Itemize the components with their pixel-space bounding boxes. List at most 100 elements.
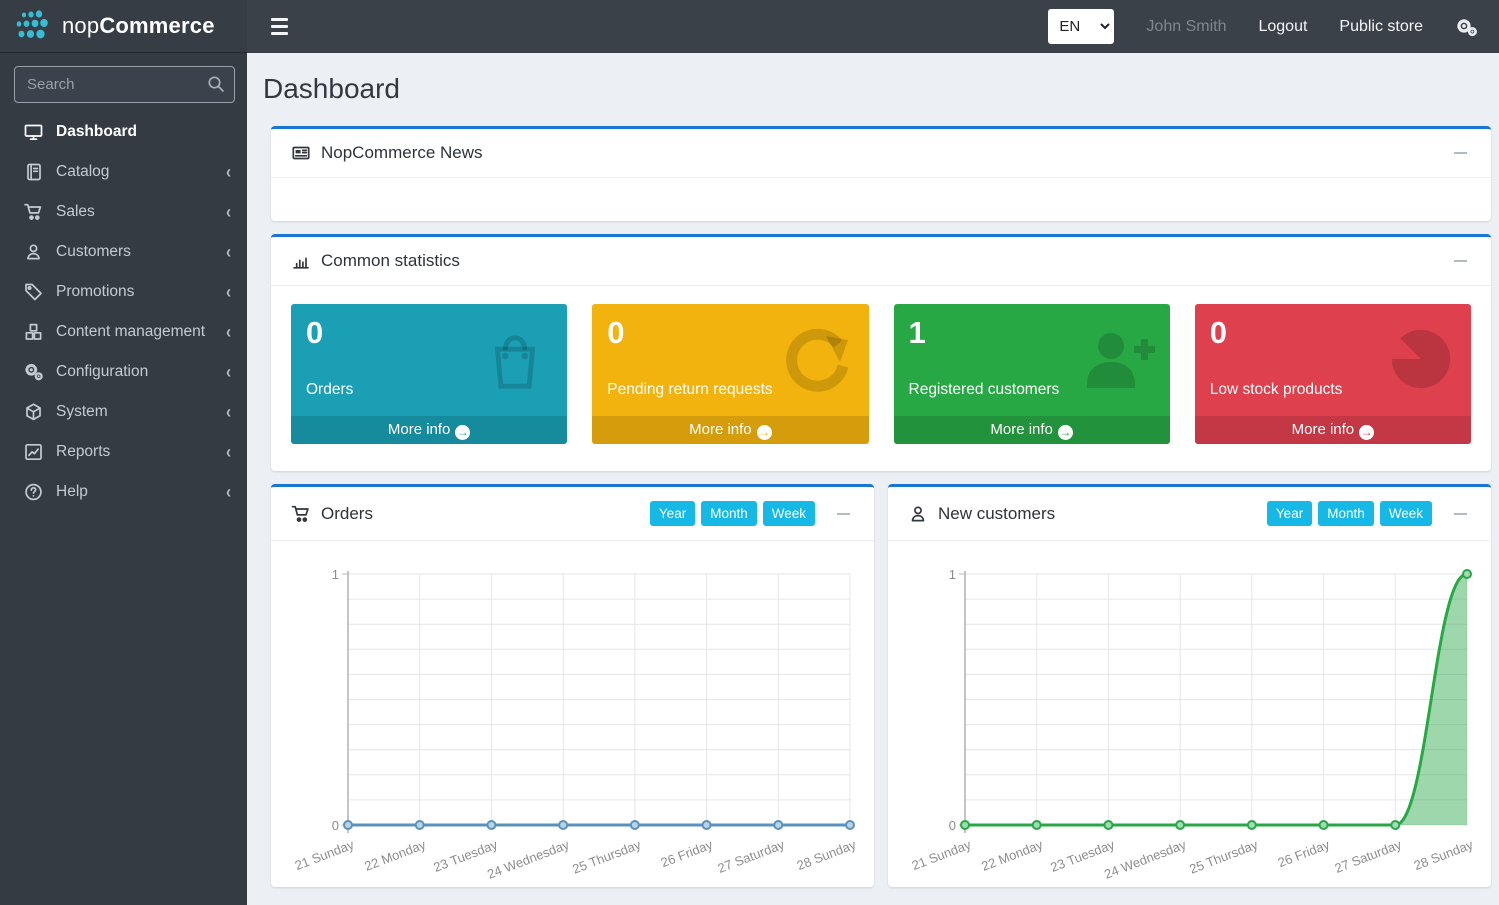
cart-icon <box>23 202 44 222</box>
nopcommerce-dots-icon <box>12 9 54 43</box>
new-customers-chart: 1021 Sunday22 Monday23 Tuesday24 Wednesd… <box>888 541 1491 887</box>
svg-text:0: 0 <box>332 818 339 833</box>
user-icon <box>908 504 928 524</box>
year-button[interactable]: Year <box>1267 501 1312 526</box>
sidebar: Dashboard Catalog ‹ Sales ‹ Customers ‹ <box>0 53 247 905</box>
orders-chart-panel: Orders Year Month Week 1021 Sunday22 Mon… <box>271 484 874 887</box>
chevron-left-icon: ‹ <box>226 161 231 182</box>
brand-logo[interactable]: nopCommerce <box>0 0 247 53</box>
chevron-left-icon: ‹ <box>226 481 231 502</box>
arrow-circle-right-icon: → <box>455 425 470 440</box>
chevron-left-icon: ‹ <box>226 321 231 342</box>
topbar: nopCommerce EN John Smith Logout Public … <box>0 0 1499 53</box>
collapse-button[interactable] <box>833 509 854 519</box>
user-name: John Smith <box>1146 18 1226 36</box>
svg-text:25 Thursday: 25 Thursday <box>570 837 643 877</box>
user-icon <box>23 242 44 262</box>
news-panel-body <box>271 178 1491 221</box>
news-panel: NopCommerce News <box>271 126 1491 221</box>
common-statistics-panel: Common statistics 0 Orders More inf <box>271 234 1491 471</box>
language-select[interactable]: EN <box>1048 9 1114 44</box>
logout-link[interactable]: Logout <box>1258 18 1307 36</box>
svg-text:26 Friday: 26 Friday <box>1276 837 1332 871</box>
sidebar-item-sales[interactable]: Sales ‹ <box>0 192 247 232</box>
search-icon[interactable] <box>206 74 226 99</box>
sidebar-item-catalog[interactable]: Catalog ‹ <box>0 152 247 192</box>
settings-gear-icon[interactable] <box>1455 17 1477 37</box>
stat-value: 0 <box>306 314 551 351</box>
stats-panel-title: Common statistics <box>321 251 460 271</box>
public-store-link[interactable]: Public store <box>1339 18 1423 36</box>
stat-value: 1 <box>909 314 1154 351</box>
chevron-left-icon: ‹ <box>226 401 231 422</box>
bar-chart-icon <box>291 251 311 271</box>
page-title: Dashboard <box>263 73 1491 105</box>
chevron-left-icon: ‹ <box>226 201 231 222</box>
stat-card-pending-returns: 0 Pending return requests More info→ <box>592 304 868 444</box>
sidebar-item-help[interactable]: Help ‹ <box>0 472 247 512</box>
stat-label: Registered customers <box>909 381 1154 406</box>
cubes-icon <box>23 322 44 342</box>
search-input[interactable] <box>14 66 235 103</box>
collapse-button[interactable] <box>1450 148 1471 158</box>
more-info-link[interactable]: More info→ <box>894 416 1170 444</box>
question-icon <box>23 482 44 502</box>
brand-name: nopCommerce <box>62 13 215 39</box>
orders-panel-title: Orders <box>321 504 373 524</box>
book-icon <box>23 162 44 182</box>
svg-text:22 Monday: 22 Monday <box>362 837 428 874</box>
sidebar-item-promotions[interactable]: Promotions ‹ <box>0 272 247 312</box>
more-info-link[interactable]: More info→ <box>291 416 567 444</box>
month-button[interactable]: Month <box>1318 501 1374 526</box>
week-button[interactable]: Week <box>1380 501 1432 526</box>
svg-text:1: 1 <box>949 567 956 582</box>
collapse-button[interactable] <box>1450 509 1471 519</box>
collapse-button[interactable] <box>1450 256 1471 266</box>
chevron-left-icon: ‹ <box>226 441 231 462</box>
stat-card-orders: 0 Orders More info→ <box>291 304 567 444</box>
sidebar-item-dashboard[interactable]: Dashboard <box>0 112 247 152</box>
orders-chart: 1021 Sunday22 Monday23 Tuesday24 Wednesd… <box>271 541 874 887</box>
week-button[interactable]: Week <box>763 501 815 526</box>
desktop-icon <box>23 122 44 142</box>
svg-text:1: 1 <box>332 567 339 582</box>
sidebar-item-system[interactable]: System ‹ <box>0 392 247 432</box>
cube-icon <box>23 402 44 422</box>
stat-value: 0 <box>1210 314 1455 351</box>
svg-text:27 Saturday: 27 Saturday <box>1333 837 1404 876</box>
month-button[interactable]: Month <box>701 501 757 526</box>
more-info-link[interactable]: More info→ <box>1195 416 1471 444</box>
more-info-link[interactable]: More info→ <box>592 416 868 444</box>
arrow-circle-right-icon: → <box>1058 425 1073 440</box>
svg-text:24 Wednesday: 24 Wednesday <box>1102 837 1189 882</box>
sidebar-nav: Dashboard Catalog ‹ Sales ‹ Customers ‹ <box>0 112 247 512</box>
svg-text:26 Friday: 26 Friday <box>659 837 715 871</box>
chart-line-icon <box>23 442 44 462</box>
stat-label: Pending return requests <box>607 381 852 406</box>
svg-text:25 Thursday: 25 Thursday <box>1187 837 1260 877</box>
svg-text:0: 0 <box>949 818 956 833</box>
news-panel-title: NopCommerce News <box>321 143 483 163</box>
svg-text:21 Sunday: 21 Sunday <box>910 837 974 873</box>
new-customers-chart-panel: New customers Year Month Week 1021 Sunda… <box>888 484 1491 887</box>
sidebar-item-configuration[interactable]: Configuration ‹ <box>0 352 247 392</box>
sidebar-toggle-button[interactable] <box>247 0 312 53</box>
year-button[interactable]: Year <box>650 501 695 526</box>
sidebar-item-content-management[interactable]: Content management ‹ <box>0 312 247 352</box>
chevron-left-icon: ‹ <box>226 241 231 262</box>
cart-icon <box>291 504 311 524</box>
gears-icon <box>23 362 44 382</box>
svg-text:27 Saturday: 27 Saturday <box>716 837 787 876</box>
sidebar-item-customers[interactable]: Customers ‹ <box>0 232 247 272</box>
svg-text:24 Wednesday: 24 Wednesday <box>485 837 572 882</box>
sidebar-item-reports[interactable]: Reports ‹ <box>0 432 247 472</box>
stat-card-low-stock: 0 Low stock products More info→ <box>1195 304 1471 444</box>
stat-card-registered-customers: 1 Registered customers More info→ <box>894 304 1170 444</box>
stat-label: Low stock products <box>1210 381 1455 406</box>
chevron-left-icon: ‹ <box>226 361 231 382</box>
arrow-circle-right-icon: → <box>757 425 772 440</box>
tag-icon <box>23 282 44 302</box>
arrow-circle-right-icon: → <box>1359 425 1374 440</box>
chevron-left-icon: ‹ <box>226 281 231 302</box>
stat-label: Orders <box>306 381 551 406</box>
